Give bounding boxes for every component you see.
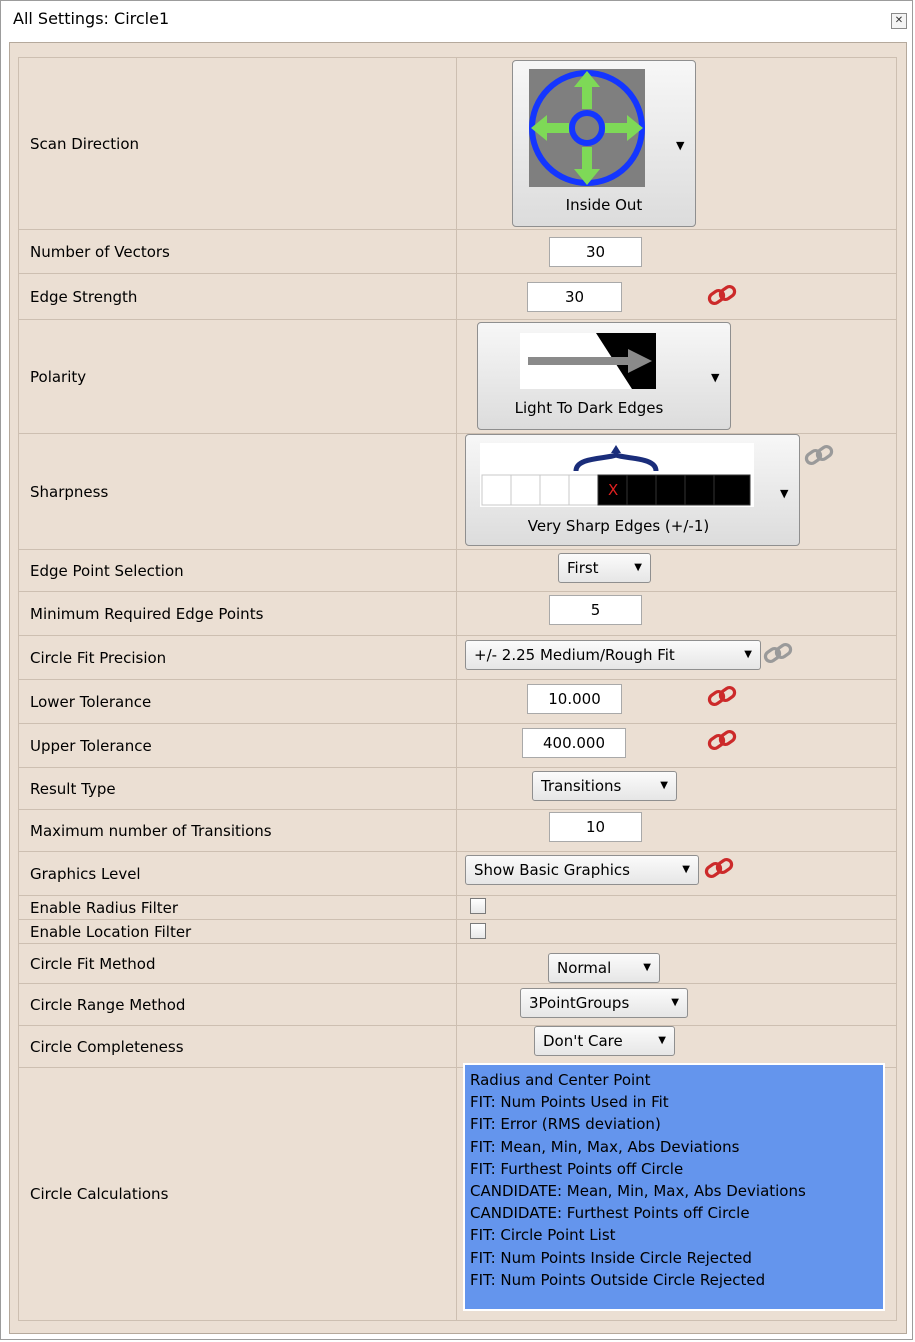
row-max-transitions: Maximum number of Transitions (18, 809, 897, 851)
graphics-level-value: Show Basic Graphics (474, 861, 630, 879)
dropdown-arrow-icon: ▼ (643, 962, 651, 973)
edge-strength-label: Edge Strength (30, 287, 138, 306)
circle-fit-precision-value: +/- 2.25 Medium/Rough Fit (474, 646, 675, 664)
scan-direction-label: Scan Direction (30, 134, 139, 153)
list-item[interactable]: FIT: Mean, Min, Max, Abs Deviations (470, 1136, 883, 1158)
circle-fit-method-dropdown[interactable]: Normal ▼ (548, 953, 660, 983)
dropdown-arrow-icon: ▼ (711, 371, 720, 384)
chain-link-icon[interactable] (706, 685, 740, 709)
list-item[interactable]: FIT: Furthest Points off Circle (470, 1158, 883, 1180)
min-required-edge-points-label: Minimum Required Edge Points (30, 604, 264, 623)
max-transitions-input[interactable]: 10 (549, 812, 642, 842)
upper-tolerance-input[interactable]: 400.000 (522, 728, 626, 758)
dropdown-arrow-icon: ▼ (682, 864, 690, 875)
row-edge-point-selection: Edge Point Selection (18, 549, 897, 591)
row-number-of-vectors: Number of Vectors (18, 229, 897, 273)
dropdown-arrow-icon: ▼ (780, 487, 789, 500)
row-lower-tolerance: Lower Tolerance (18, 679, 897, 723)
edge-point-selection-label: Edge Point Selection (30, 561, 184, 580)
edge-strength-input[interactable]: 30 (527, 282, 622, 312)
sharpness-marker: X (608, 481, 618, 499)
circle-range-method-value: 3PointGroups (529, 994, 630, 1012)
sharpness-button[interactable]: X Very Sharp Edges (+/-1) ▼ (465, 434, 800, 546)
dropdown-arrow-icon: ▼ (671, 997, 679, 1008)
sharpness-value: Very Sharp Edges (+/-1) (527, 517, 710, 535)
circle-range-method-dropdown[interactable]: 3PointGroups ▼ (520, 988, 688, 1018)
row-enable-location-filter: Enable Location Filter (18, 919, 897, 943)
sharpness-scale-icon: X (480, 443, 754, 507)
close-icon[interactable]: ✕ (891, 13, 907, 29)
circle-range-method-label: Circle Range Method (30, 995, 186, 1014)
row-edge-strength: Edge Strength (18, 273, 897, 319)
circle-completeness-value: Don't Care (543, 1032, 623, 1050)
sharpness-label: Sharpness (30, 482, 109, 501)
row-graphics-level: Graphics Level (18, 851, 897, 895)
circle-calculations-label: Circle Calculations (30, 1185, 169, 1203)
row-min-required-edge-points: Minimum Required Edge Points (18, 591, 897, 635)
row-enable-radius-filter: Enable Radius Filter (18, 895, 897, 919)
row-scan-direction: Scan Direction (18, 57, 897, 229)
scan-direction-inside-out-icon (529, 69, 645, 187)
list-item[interactable]: FIT: Num Points Outside Circle Rejected (470, 1269, 883, 1291)
light-to-dark-polarity-icon (520, 333, 656, 389)
polarity-button[interactable]: Light To Dark Edges ▼ (477, 322, 731, 430)
list-item[interactable]: FIT: Num Points Used in Fit (470, 1091, 883, 1113)
row-circle-completeness: Circle Completeness (18, 1025, 897, 1067)
enable-location-filter-checkbox[interactable] (470, 923, 486, 939)
dropdown-arrow-icon: ▼ (634, 562, 642, 573)
lower-tolerance-input[interactable]: 10.000 (527, 684, 622, 714)
polarity-value: Light To Dark Edges (514, 399, 664, 417)
chain-link-icon[interactable] (706, 729, 740, 753)
list-item[interactable]: CANDIDATE: Furthest Points off Circle (470, 1202, 883, 1224)
window-title: All Settings: Circle1 (13, 9, 170, 28)
circle-completeness-dropdown[interactable]: Don't Care ▼ (534, 1026, 675, 1056)
result-type-value: Transitions (541, 777, 622, 795)
enable-radius-filter-label: Enable Radius Filter (30, 898, 179, 917)
row-result-type: Result Type (18, 767, 897, 809)
dropdown-arrow-icon: ▼ (660, 780, 668, 791)
graphics-level-label: Graphics Level (30, 864, 141, 883)
dropdown-arrow-icon: ▼ (744, 649, 752, 660)
list-item[interactable]: FIT: Error (RMS deviation) (470, 1113, 883, 1135)
circle-fit-precision-label: Circle Fit Precision (30, 648, 167, 667)
chain-link-icon[interactable] (762, 642, 796, 666)
dropdown-arrow-icon: ▼ (676, 139, 685, 152)
graphics-level-dropdown[interactable]: Show Basic Graphics ▼ (465, 855, 699, 885)
number-of-vectors-label: Number of Vectors (30, 242, 170, 261)
circle-calculations-list[interactable]: Radius and Center Point FIT: Num Points … (463, 1063, 885, 1311)
chain-link-icon[interactable] (803, 444, 837, 468)
circle-fit-method-value: Normal (557, 959, 612, 977)
dropdown-arrow-icon: ▼ (658, 1035, 666, 1046)
chain-link-icon[interactable] (703, 857, 737, 881)
polarity-label: Polarity (30, 367, 87, 386)
circle-fit-precision-dropdown[interactable]: +/- 2.25 Medium/Rough Fit ▼ (465, 640, 761, 670)
edge-point-selection-value: First (567, 559, 599, 577)
row-circle-fit-method: Circle Fit Method (18, 943, 897, 983)
enable-location-filter-label: Enable Location Filter (30, 922, 192, 941)
row-upper-tolerance: Upper Tolerance (18, 723, 897, 767)
row-polarity: Polarity (18, 319, 897, 433)
chain-link-icon[interactable] (706, 284, 740, 308)
edge-point-selection-dropdown[interactable]: First ▼ (558, 553, 651, 583)
title-bar: All Settings: Circle1 ✕ (1, 1, 912, 41)
circle-completeness-label: Circle Completeness (30, 1037, 184, 1056)
result-type-label: Result Type (30, 779, 116, 798)
scan-direction-button[interactable]: Inside Out ▼ (512, 60, 696, 227)
lower-tolerance-label: Lower Tolerance (30, 692, 152, 711)
list-item[interactable]: Radius and Center Point (470, 1069, 883, 1091)
list-item[interactable]: CANDIDATE: Mean, Min, Max, Abs Deviation… (470, 1180, 883, 1202)
result-type-dropdown[interactable]: Transitions ▼ (532, 771, 677, 801)
enable-radius-filter-checkbox[interactable] (470, 898, 486, 914)
upper-tolerance-label: Upper Tolerance (30, 736, 152, 755)
number-of-vectors-input[interactable]: 30 (549, 237, 642, 267)
list-item[interactable]: FIT: Num Points Inside Circle Rejected (470, 1247, 883, 1269)
max-transitions-label: Maximum number of Transitions (30, 821, 272, 840)
list-item[interactable]: FIT: Circle Point List (470, 1224, 883, 1246)
scan-direction-value: Inside Out (565, 196, 643, 214)
circle-fit-method-label: Circle Fit Method (30, 954, 156, 973)
row-circle-range-method: Circle Range Method (18, 983, 897, 1025)
min-required-edge-points-input[interactable]: 5 (549, 595, 642, 625)
